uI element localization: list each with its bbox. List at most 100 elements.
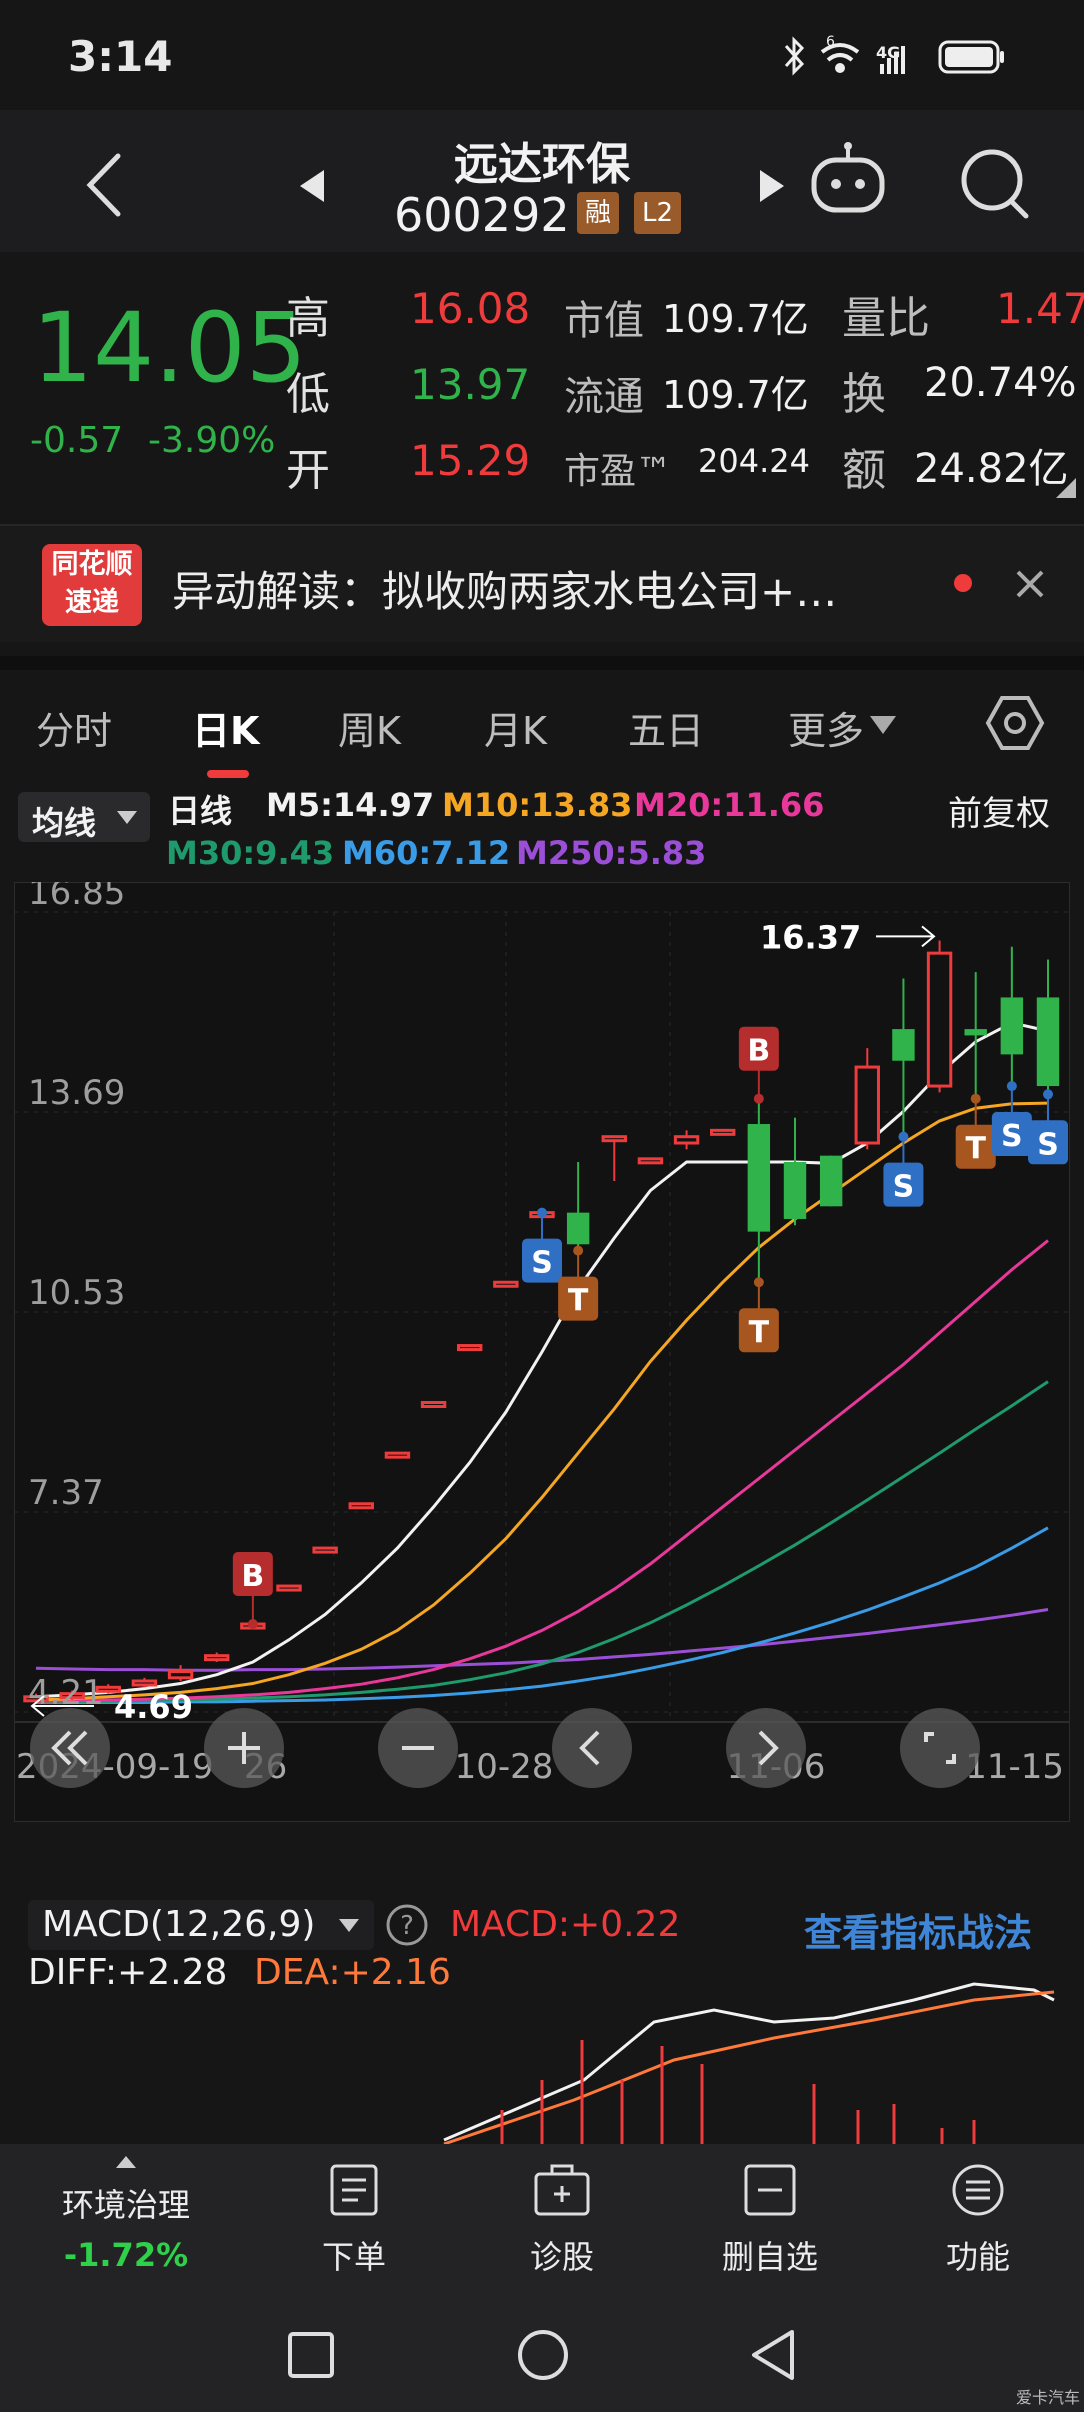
y-tick-label: 10.53 <box>28 1273 125 1313</box>
status-time: 3:14 <box>68 32 173 81</box>
signal-label: T <box>749 1315 770 1350</box>
signal-label: S <box>1037 1127 1059 1162</box>
scroll-left-fast-button[interactable] <box>30 1708 110 1788</box>
bluetooth-icon <box>784 36 805 76</box>
ma10-label: M10:13.83 <box>442 786 633 824</box>
turnover-label: 换 <box>842 369 886 420</box>
signal-dot <box>970 1093 981 1104</box>
recents-icon[interactable] <box>286 2330 336 2380</box>
macd-value: MACD:+0.22 <box>450 1904 681 1945</box>
dropdown-icon[interactable] <box>868 714 898 736</box>
diagnose-label: 诊股 <box>529 2238 594 2276</box>
robot-assistant-icon[interactable] <box>806 140 890 224</box>
news-banner[interactable]: 同花顺 速递 异动解读：拟收购两家水电公司+… <box>0 524 1084 642</box>
y-tick-label: 7.37 <box>28 1473 104 1513</box>
open-label: 开 <box>286 445 330 496</box>
candlestick-chart[interactable]: 16.8513.6910.537.374.21 2024-09-192610-2… <box>14 882 1070 1822</box>
next-stock-icon[interactable] <box>754 166 788 206</box>
candle <box>457 1344 483 1352</box>
chevron-left-icon <box>579 1730 600 1766</box>
candle-body <box>819 1155 843 1207</box>
low-label: 低 <box>286 369 330 420</box>
candle <box>493 1280 519 1288</box>
tab-intraday[interactable]: 分时 <box>36 700 112 755</box>
order-button[interactable]: 下单 <box>264 2162 444 2278</box>
ma30-label: M30:9.43 <box>166 834 335 872</box>
ma20-label: M20:11.66 <box>634 786 825 824</box>
high-marker-label: 16.37 <box>760 918 861 956</box>
signal-label: B <box>241 1559 264 1594</box>
macd-chart <box>443 1982 1055 2144</box>
candle <box>637 1157 664 1165</box>
macd-selector[interactable]: MACD(12,26,9) <box>28 1900 374 1950</box>
stock-code: 600292 <box>394 188 570 242</box>
y-tick-label: 16.85 <box>28 882 125 913</box>
signal-dot <box>753 1093 764 1104</box>
news-text[interactable]: 异动解读：拟收购两家水电公司+… <box>172 558 837 619</box>
help-icon[interactable]: ? <box>384 1902 430 1948</box>
amount-value: 24.82亿 <box>914 446 1069 492</box>
candle-body <box>747 1124 771 1232</box>
svg-text:?: ? <box>400 1911 414 1941</box>
ma5-label: M5:14.97 <box>266 786 435 824</box>
candle-body <box>783 1162 807 1219</box>
home-icon[interactable] <box>516 2328 570 2382</box>
watermark-text: 爱卡汽车 <box>1016 2388 1081 2407</box>
candle <box>384 1451 411 1459</box>
corner-expand-icon[interactable] <box>1054 476 1078 500</box>
candle-body <box>710 1128 736 1136</box>
back-nav-icon[interactable] <box>746 2328 800 2382</box>
fullscreen-button[interactable] <box>900 1708 980 1788</box>
stock-name: 远达环保 <box>454 139 630 190</box>
close-icon[interactable] <box>1012 566 1048 602</box>
price-change-pct: -3.90% <box>148 420 276 461</box>
tab-five-day[interactable]: 五日 <box>628 700 704 755</box>
candle-body <box>1000 997 1024 1055</box>
remove-watchlist-label: 删自选 <box>721 2238 818 2276</box>
ma-selector[interactable]: 均线 <box>18 792 150 842</box>
candle <box>710 1128 736 1136</box>
candle-body <box>566 1212 590 1245</box>
news-unread-dot <box>954 574 972 592</box>
open-value: 15.29 <box>410 436 531 485</box>
candle <box>276 1584 302 1592</box>
function-button[interactable]: 功能 <box>888 2162 1068 2278</box>
diagnose-button[interactable]: 诊股 <box>472 2162 652 2278</box>
candle-body <box>854 1065 880 1145</box>
margin-tag: 融 <box>577 192 620 234</box>
price-change: -0.57 <box>30 420 124 461</box>
chevron-down-icon <box>117 811 137 824</box>
caret-up-icon <box>116 2156 136 2168</box>
candle-body <box>384 1451 411 1459</box>
tab-monthly-k[interactable]: 月K <box>484 700 547 755</box>
candle-body <box>276 1584 302 1592</box>
period-label: 日线 <box>168 792 233 830</box>
tab-more[interactable]: 更多 <box>788 700 864 755</box>
scroll-right-button[interactable] <box>726 1708 806 1788</box>
candle-body <box>204 1654 230 1662</box>
battery-icon <box>938 40 1004 74</box>
remove-watchlist-button[interactable]: 删自选 <box>680 2162 860 2278</box>
settings-icon[interactable] <box>984 692 1046 754</box>
indicator-strategy-link[interactable]: 查看指标战法 <box>804 1902 1032 1957</box>
signal-label: S <box>893 1170 915 1205</box>
sector-quote[interactable]: 环境治理 -1.72% <box>36 2148 216 2274</box>
scroll-left-button[interactable] <box>552 1708 632 1788</box>
tab-daily-k[interactable]: 日K <box>192 700 259 755</box>
high-label: 高 <box>286 293 330 344</box>
zoom-out-button[interactable] <box>378 1708 458 1788</box>
tab-weekly-k[interactable]: 周K <box>338 700 401 755</box>
candle <box>420 1401 447 1409</box>
candle <box>926 940 953 1093</box>
candle-body <box>1036 997 1060 1087</box>
candle-body <box>601 1135 627 1143</box>
pe-value: 204.24 <box>698 442 810 480</box>
y-tick-label: 13.69 <box>28 1073 125 1113</box>
zoom-in-button[interactable] <box>204 1708 284 1788</box>
diagnose-icon <box>534 2164 590 2216</box>
adjust-mode[interactable]: 前复权 <box>948 786 1050 835</box>
search-icon[interactable] <box>956 144 1036 224</box>
double-chevron-left-icon <box>51 1730 88 1766</box>
signal-label: S <box>531 1246 553 1281</box>
ma250-label: M250:5.83 <box>516 834 707 872</box>
